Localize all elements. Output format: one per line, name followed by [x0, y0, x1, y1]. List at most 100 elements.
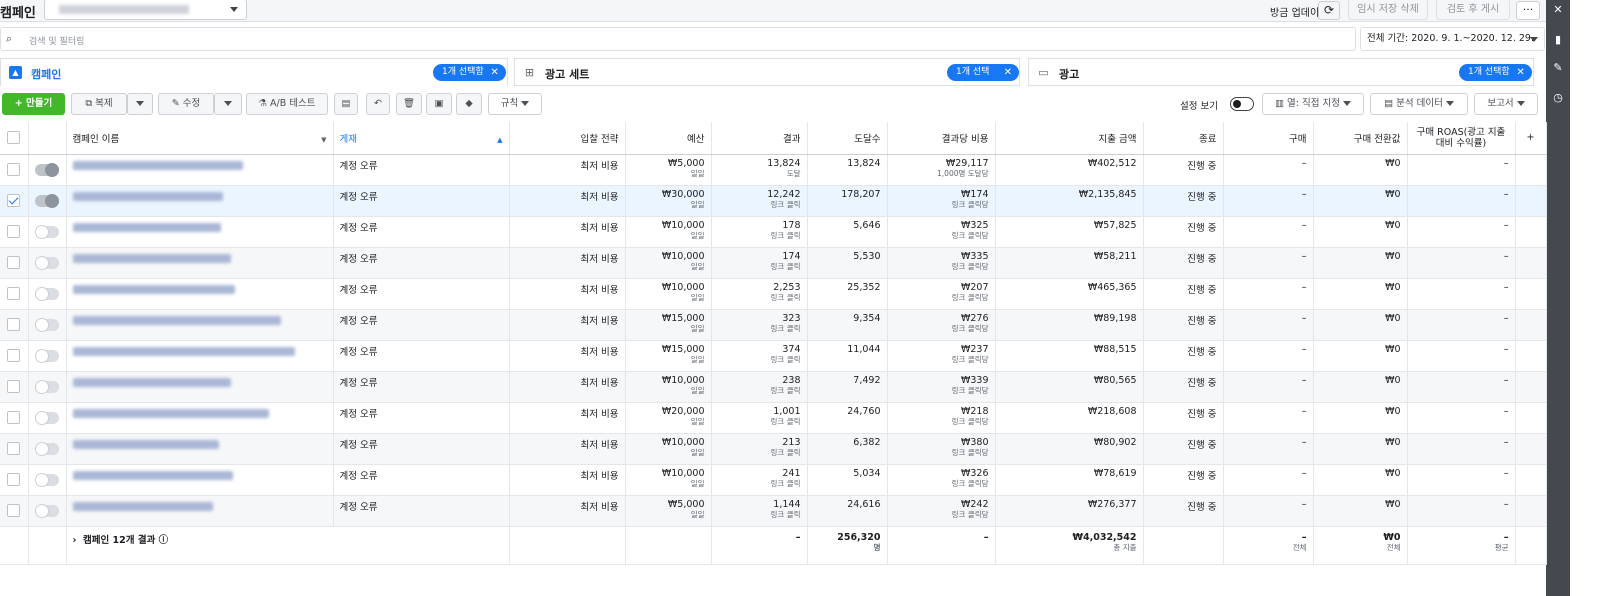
search-filter-bar[interactable]: ⌕ 검색 및 필터링	[0, 27, 1356, 51]
info-icon[interactable]: ⓘ	[159, 535, 169, 546]
table-row[interactable]: 계정 오류 최저 비용 ₩30,000 일일 12,242 링크 클릭 178,207 ₩17…	[0, 185, 1547, 217]
campaign-name-cell[interactable]	[66, 216, 334, 248]
row-checkbox[interactable]	[7, 349, 21, 362]
table-row[interactable]: 계정 오류 최저 비용 ₩5,000 일일 13,824 도달 13,824 ₩29,117 1…	[0, 154, 1547, 186]
table-row[interactable]: 계정 오류 최저 비용 ₩15,000 일일 323 링크 클릭 9,354 ₩276 링크 클…	[0, 309, 1547, 341]
row-checkbox[interactable]	[7, 411, 21, 424]
row-checkbox[interactable]	[7, 318, 21, 331]
select-all-checkbox[interactable]	[7, 131, 21, 145]
row-checkbox[interactable]	[7, 225, 21, 238]
campaign-name-cell[interactable]	[66, 154, 334, 186]
row-select-cell[interactable]	[0, 154, 29, 186]
col-ends[interactable]: 종료	[1143, 122, 1224, 155]
row-toggle-cell[interactable]	[28, 185, 67, 217]
row-select-cell[interactable]	[0, 247, 29, 279]
campaign-name-cell[interactable]	[66, 185, 334, 217]
ads-selection-chip[interactable]: 1개 선택함 ✕	[1459, 64, 1532, 81]
col-results[interactable]: 결과	[711, 122, 808, 155]
campaign-onoff-toggle[interactable]	[35, 162, 59, 177]
campaign-name-blurred[interactable]	[72, 470, 233, 480]
col-purchases[interactable]: 구매	[1223, 122, 1314, 155]
table-row[interactable]: 계정 오류 최저 비용 ₩20,000 일일 1,001 링크 클릭 24,760 ₩218 링…	[0, 402, 1547, 434]
campaign-name-cell[interactable]	[66, 402, 334, 434]
row-select-cell[interactable]	[0, 433, 29, 465]
table-row[interactable]: 계정 오류 최저 비용 ₩5,000 일일 1,144 링크 클릭 24,616 ₩242 링크…	[0, 495, 1547, 527]
rules-dropdown[interactable]: 규칙	[488, 93, 542, 115]
col-amount-spent[interactable]: 지출 금액	[995, 122, 1144, 155]
tag-button[interactable]: ◆	[456, 93, 482, 115]
campaign-name-blurred[interactable]	[72, 284, 235, 294]
row-toggle-cell[interactable]	[28, 340, 67, 372]
campaigns-selection-chip[interactable]: 1개 선택함 ✕	[433, 64, 506, 81]
budget-cell[interactable]: ₩5,000 일일	[625, 154, 712, 186]
chevron-right-icon[interactable]: ›	[73, 535, 84, 546]
campaign-name-cell[interactable]	[66, 309, 334, 341]
row-checkbox[interactable]	[7, 194, 21, 207]
campaign-onoff-toggle[interactable]	[35, 472, 59, 487]
close-icon[interactable]: ✕	[1516, 64, 1524, 81]
col-bid-strategy[interactable]: 입찰 전략	[509, 122, 626, 155]
more-options-button[interactable]: ···	[1516, 1, 1540, 20]
row-select-cell[interactable]	[0, 340, 29, 372]
campaign-name-cell[interactable]	[66, 433, 334, 465]
row-select-cell[interactable]	[0, 495, 29, 527]
account-selector[interactable]	[44, 0, 247, 20]
close-icon[interactable]: ✕	[490, 64, 498, 81]
campaign-name-blurred[interactable]	[72, 377, 231, 387]
col-campaign-name[interactable]: 캠페인 이름 ▼	[66, 122, 334, 155]
campaign-name-blurred[interactable]	[72, 408, 269, 418]
view-setup-toggle[interactable]	[1230, 97, 1254, 111]
delete-button[interactable]: 🗑	[396, 93, 422, 115]
campaign-name-cell[interactable]	[66, 340, 334, 372]
tab-ads[interactable]: ▭ 광고 1개 선택함 ✕	[1028, 58, 1534, 86]
refresh-button[interactable]: ⟳	[1318, 1, 1340, 20]
budget-cell[interactable]: ₩15,000 일일	[625, 309, 712, 341]
campaign-name-blurred[interactable]	[72, 253, 231, 263]
row-checkbox[interactable]	[7, 163, 21, 176]
campaign-onoff-toggle[interactable]	[35, 224, 59, 239]
campaign-name-blurred[interactable]	[72, 501, 213, 511]
create-button[interactable]: + 만들기	[2, 93, 65, 115]
campaign-name-blurred[interactable]	[72, 191, 223, 201]
campaign-onoff-toggle[interactable]	[35, 286, 59, 301]
total-label-cell[interactable]: › 캠페인 12개 결과 ⓘ	[66, 526, 510, 565]
budget-cell[interactable]: ₩10,000 일일	[625, 464, 712, 496]
campaign-name-blurred[interactable]	[72, 315, 281, 325]
campaign-onoff-toggle[interactable]	[35, 193, 59, 208]
row-toggle-cell[interactable]	[28, 154, 67, 186]
budget-cell[interactable]: ₩10,000 일일	[625, 371, 712, 403]
review-publish-button[interactable]: 검토 후 게시	[1436, 0, 1510, 20]
row-checkbox[interactable]	[7, 380, 21, 393]
breakdown-dropdown[interactable]: ▤ 분석 데이터	[1370, 93, 1468, 115]
duplicate-button[interactable]: ⧉ 복제	[71, 93, 127, 115]
campaign-name-cell[interactable]	[66, 464, 334, 496]
row-select-cell[interactable]	[0, 371, 29, 403]
campaign-onoff-toggle[interactable]	[35, 410, 59, 425]
row-select-cell[interactable]	[0, 185, 29, 217]
table-row[interactable]: 계정 오류 최저 비용 ₩10,000 일일 174 링크 클릭 5,530 ₩335 링크 클…	[0, 247, 1547, 279]
date-range-picker[interactable]: 전체 기간: 2020. 9. 1.~2020. 12. 29.	[1360, 27, 1545, 51]
campaign-onoff-toggle[interactable]	[35, 503, 59, 518]
undo-button[interactable]: ↶	[366, 93, 390, 115]
tab-campaigns[interactable]: ▲ 캠페인 1개 선택함 ✕	[0, 58, 508, 86]
row-toggle-cell[interactable]	[28, 309, 67, 341]
duplicate-dropdown[interactable]	[127, 93, 153, 115]
row-toggle-cell[interactable]	[28, 495, 67, 527]
col-cost-per-result[interactable]: 결과당 비용	[887, 122, 996, 155]
campaign-onoff-toggle[interactable]	[35, 441, 59, 456]
campaign-onoff-toggle[interactable]	[35, 317, 59, 332]
budget-cell[interactable]: ₩10,000 일일	[625, 216, 712, 248]
campaign-name-blurred[interactable]	[72, 222, 221, 232]
tab-ad-sets[interactable]: ⊞ 광고 세트 1개 선택함 ✕	[514, 58, 1020, 94]
budget-cell[interactable]: ₩10,000 일일	[625, 247, 712, 279]
preview-button[interactable]: ▣	[426, 93, 452, 115]
row-checkbox[interactable]	[7, 287, 21, 300]
col-purchase-roas[interactable]: 구매 ROAS(광고 지출 대비 수익률)	[1407, 122, 1516, 155]
ad-sets-selection-chip[interactable]: 1개 선택함 ✕	[947, 64, 1019, 94]
col-reach[interactable]: 도달수	[807, 122, 888, 155]
edit-button[interactable]: ✎ 수정	[158, 93, 214, 115]
col-delivery[interactable]: 게재 ▲	[333, 122, 510, 155]
campaign-name-blurred[interactable]	[72, 160, 243, 170]
col-budget[interactable]: 예산	[625, 122, 712, 155]
campaign-name-blurred[interactable]	[72, 439, 219, 449]
